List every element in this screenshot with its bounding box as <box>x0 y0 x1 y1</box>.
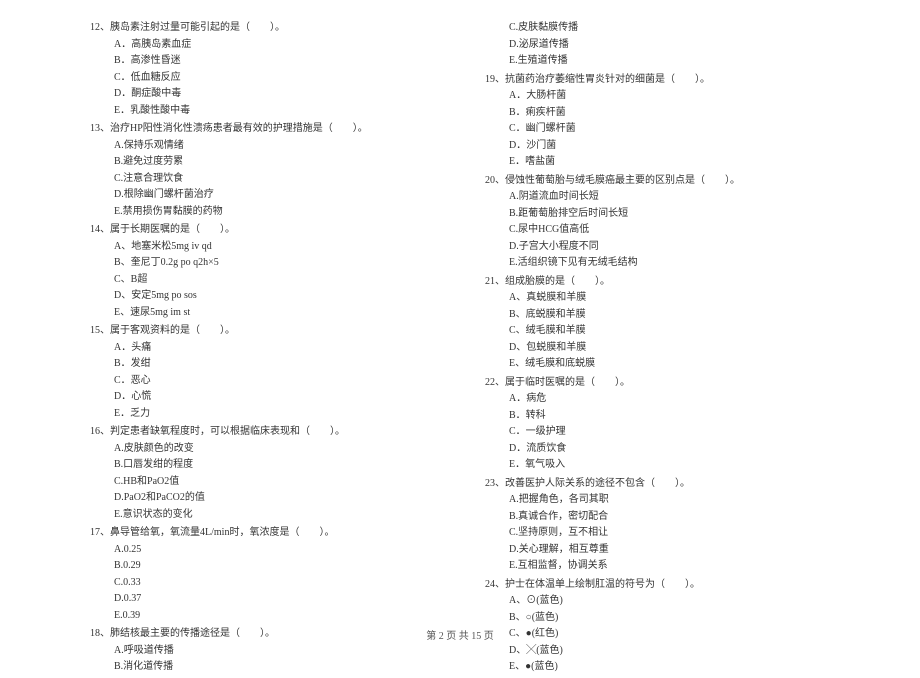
question-12: 12、胰岛素注射过量可能引起的是（ ）。 A．高胰岛素血症 B．高渗性昏迷 C．… <box>90 20 435 119</box>
question-23: 23、改善医护人际关系的途径不包含（ ）。 A.把握角色，各司其职 B.真诚合作… <box>485 476 830 575</box>
option: A、地塞米松5mg iv qd <box>90 239 435 256</box>
question-13: 13、治疗HP阳性消化性溃疡患者最有效的护理措施是（ ）。 A.保持乐观情绪 B… <box>90 121 435 220</box>
option: B．高渗性昏迷 <box>90 53 435 70</box>
option: E.生殖道传播 <box>485 53 830 70</box>
option: B.消化道传播 <box>90 659 435 676</box>
page-footer: 第 2 页 共 15 页 <box>0 627 920 642</box>
option: B、奎尼丁0.2g po q2h×5 <box>90 255 435 272</box>
option: C.注意合理饮食 <box>90 171 435 188</box>
option: C、B超 <box>90 272 435 289</box>
question-text: 22、属于临时医嘱的是（ ）。 <box>485 375 830 392</box>
option: E.0.39 <box>90 608 435 625</box>
option: A．大肠杆菌 <box>485 88 830 105</box>
option: E．乳酸性酸中毒 <box>90 103 435 120</box>
question-text: 13、治疗HP阳性消化性溃疡患者最有效的护理措施是（ ）。 <box>90 121 435 138</box>
question-text: 23、改善医护人际关系的途径不包含（ ）。 <box>485 476 830 493</box>
option: C.尿中HCG值高低 <box>485 222 830 239</box>
question-22: 22、属于临时医嘱的是（ ）。 A．病危 B．转科 C．一级护理 D．流质饮食 … <box>485 375 830 474</box>
question-15: 15、属于客观资料的是（ ）。 A．头痛 B．发绀 C．恶心 D．心慌 E．乏力 <box>90 323 435 422</box>
option: E．嗜盐菌 <box>485 154 830 171</box>
question-14: 14、属于长期医嘱的是（ ）。 A、地塞米松5mg iv qd B、奎尼丁0.2… <box>90 222 435 321</box>
option: A.皮肤颜色的改变 <box>90 441 435 458</box>
option: D、包蜕膜和羊膜 <box>485 340 830 357</box>
question-text: 21、组成胎膜的是（ ）。 <box>485 274 830 291</box>
option: A．头痛 <box>90 340 435 357</box>
question-text: 12、胰岛素注射过量可能引起的是（ ）。 <box>90 20 435 37</box>
option: E、●(蓝色) <box>485 659 830 676</box>
option: A．病危 <box>485 391 830 408</box>
option: C、绒毛膜和羊膜 <box>485 323 830 340</box>
option: B.0.29 <box>90 558 435 575</box>
option: E．氧气吸入 <box>485 457 830 474</box>
question-text: 24、护士在体温单上绘制肛温的符号为（ ）。 <box>485 577 830 594</box>
question-21: 21、组成胎膜的是（ ）。 A、真蜕膜和羊膜 B、底蜕膜和羊膜 C、绒毛膜和羊膜… <box>485 274 830 373</box>
option: D.子宫大小程度不同 <box>485 239 830 256</box>
option: E.意识状态的变化 <box>90 507 435 524</box>
option: E.活组织镜下见有无绒毛结构 <box>485 255 830 272</box>
option: E.禁用损伤胃黏膜的药物 <box>90 204 435 221</box>
option: A.0.25 <box>90 542 435 559</box>
option: D、安定5mg po sos <box>90 288 435 305</box>
question-24: 24、护士在体温单上绘制肛温的符号为（ ）。 A、⊙(蓝色) B、○(蓝色) C… <box>485 577 830 676</box>
question-16: 16、判定患者缺氧程度时，可以根据临床表现和（ ）。 A.皮肤颜色的改变 B.口… <box>90 424 435 523</box>
option: B.真诚合作，密切配合 <box>485 509 830 526</box>
page-container: 12、胰岛素注射过量可能引起的是（ ）。 A．高胰岛素血症 B．高渗性昏迷 C．… <box>0 20 920 678</box>
option: E．乏力 <box>90 406 435 423</box>
question-text: 17、鼻导管给氧，氧流量4L/min时，氧浓度是（ ）。 <box>90 525 435 542</box>
option: C．恶心 <box>90 373 435 390</box>
option: A、⊙(蓝色) <box>485 593 830 610</box>
left-column: 12、胰岛素注射过量可能引起的是（ ）。 A．高胰岛素血症 B．高渗性昏迷 C．… <box>90 20 435 678</box>
option: D.关心理解，相互尊重 <box>485 542 830 559</box>
option: D.根除幽门螺杆菌治疗 <box>90 187 435 204</box>
option: D．酮症酸中毒 <box>90 86 435 103</box>
option: B、底蜕膜和羊膜 <box>485 307 830 324</box>
question-20: 20、侵蚀性葡萄胎与绒毛膜癌最主要的区别点是（ ）。 A.阴道流血时间长短 B.… <box>485 173 830 272</box>
option: E、绒毛膜和底蜕膜 <box>485 356 830 373</box>
option: D.PaO2和PaCO2的值 <box>90 490 435 507</box>
option: A.阴道流血时间长短 <box>485 189 830 206</box>
option: D．心慌 <box>90 389 435 406</box>
option: B.距葡萄胎排空后时间长短 <box>485 206 830 223</box>
option: C．幽门螺杆菌 <box>485 121 830 138</box>
option: A、真蜕膜和羊膜 <box>485 290 830 307</box>
option: B.避免过度劳累 <box>90 154 435 171</box>
question-text: 14、属于长期医嘱的是（ ）。 <box>90 222 435 239</box>
question-text: 15、属于客观资料的是（ ）。 <box>90 323 435 340</box>
option: C．一级护理 <box>485 424 830 441</box>
question-text: 16、判定患者缺氧程度时，可以根据临床表现和（ ）。 <box>90 424 435 441</box>
option: D．沙门菌 <box>485 138 830 155</box>
option: A.把握角色，各司其职 <box>485 492 830 509</box>
option: D．流质饮食 <box>485 441 830 458</box>
option: B．痢疾杆菌 <box>485 105 830 122</box>
option: A.呼吸道传播 <box>90 643 435 660</box>
option: D、╳(蓝色) <box>485 643 830 660</box>
option: C.0.33 <box>90 575 435 592</box>
option: B、○(蓝色) <box>485 610 830 627</box>
option: E、速尿5mg im st <box>90 305 435 322</box>
option: D.0.37 <box>90 591 435 608</box>
option: A.保持乐观情绪 <box>90 138 435 155</box>
option: C.坚持原则，互不相让 <box>485 525 830 542</box>
option: D.泌尿道传播 <box>485 37 830 54</box>
question-17: 17、鼻导管给氧，氧流量4L/min时，氧浓度是（ ）。 A.0.25 B.0.… <box>90 525 435 624</box>
option: C.HB和PaO2值 <box>90 474 435 491</box>
option: B．发绀 <box>90 356 435 373</box>
question-18-cont: C.皮肤黏膜传播 D.泌尿道传播 E.生殖道传播 <box>485 20 830 70</box>
question-text: 20、侵蚀性葡萄胎与绒毛膜癌最主要的区别点是（ ）。 <box>485 173 830 190</box>
option: B．转科 <box>485 408 830 425</box>
option: B.口唇发绀的程度 <box>90 457 435 474</box>
question-19: 19、抗菌药治疗萎缩性胃炎针对的细菌是（ ）。 A．大肠杆菌 B．痢疾杆菌 C．… <box>485 72 830 171</box>
question-text: 19、抗菌药治疗萎缩性胃炎针对的细菌是（ ）。 <box>485 72 830 89</box>
option: C．低血糖反应 <box>90 70 435 87</box>
option: C.皮肤黏膜传播 <box>485 20 830 37</box>
option: E.互相监督，协调关系 <box>485 558 830 575</box>
option: A．高胰岛素血症 <box>90 37 435 54</box>
right-column: C.皮肤黏膜传播 D.泌尿道传播 E.生殖道传播 19、抗菌药治疗萎缩性胃炎针对… <box>485 20 830 678</box>
